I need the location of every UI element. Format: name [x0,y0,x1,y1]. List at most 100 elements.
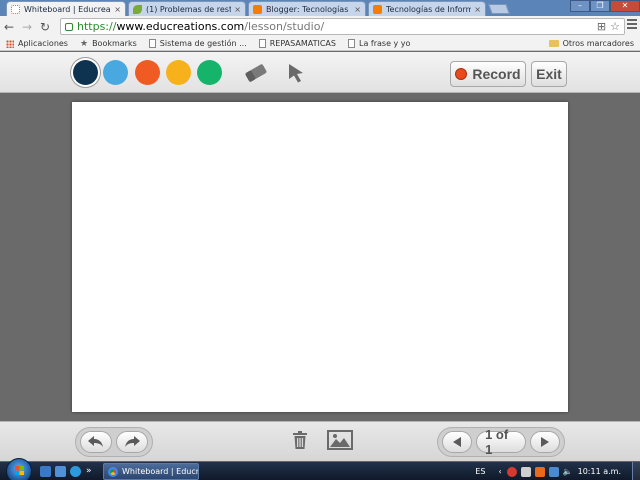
color-swatch-yellow[interactable] [166,60,191,85]
undo-arrow-icon [88,436,103,447]
address-bar[interactable]: https:// www.educreations.com /lesson/st… [60,18,625,35]
start-button[interactable] [6,458,32,480]
bookmark-star-icon[interactable]: ☆ [610,20,620,33]
record-dot-icon [455,68,468,80]
bookmark-label: Sistema de gestión ... [159,39,247,48]
other-bookmarks-label: Otros marcadores [562,39,634,48]
tab-tecnologias[interactable]: Tecnologías de Informació × [368,1,486,16]
exit-label: Exit [536,66,562,82]
record-button[interactable]: Record [450,61,526,87]
tab-label: (1) Problemas de restas de [146,4,231,14]
previous-page-button[interactable] [442,431,473,453]
tab-label: Tecnologías de Informació [386,4,471,14]
exit-button[interactable]: Exit [531,61,567,87]
folder-icon [548,40,559,47]
image-icon[interactable] [327,430,353,450]
system-tray: ES ‹ 🔈 10:11 a.m. [475,462,640,480]
show-desktop-quicklaunch-icon[interactable] [40,466,51,477]
color-swatch-green[interactable] [197,60,222,85]
next-page-button[interactable] [529,431,560,453]
chrome-icon [108,466,118,477]
triangle-right-icon [540,437,549,447]
tab-problemas[interactable]: (1) Problemas de restas de × [128,1,246,16]
internet-explorer-icon[interactable] [70,466,81,477]
new-tab-button[interactable] [488,4,510,14]
record-label: Record [472,66,521,82]
apps-icon [6,39,14,48]
page-indicator: 1 of 1 [476,427,526,457]
whiteboard-toolbar: Record Exit [0,52,640,93]
page-navigation-group: 1 of 1 [437,427,565,457]
restore-button[interactable]: ❐ [590,0,610,12]
browser-toolbar: ← → ↻ https:// www.educreations.com /les… [0,16,640,37]
close-window-button[interactable]: ✕ [610,0,640,12]
bookmark-label: Bookmarks [92,39,137,48]
quicklaunch-overflow-icon[interactable]: » [86,466,97,477]
bookmark-repasamaticas[interactable]: REPASAMATICAS [258,39,336,48]
chrome-menu-icon[interactable] [627,19,637,31]
tab-close-icon[interactable]: × [234,5,241,14]
whiteboard-canvas[interactable] [72,102,568,412]
switch-windows-icon[interactable] [55,466,66,477]
tab-whiteboard[interactable]: Whiteboard | Educreations × [6,1,126,16]
trash-icon[interactable] [292,430,308,450]
windows-taskbar: » Whiteboard | Educre... ES ‹ 🔈 10:11 a.… [0,458,640,480]
bookmark-label: La frase y yo [358,39,411,48]
color-swatch-light-blue[interactable] [103,60,128,85]
bookmark-label: REPASAMATICAS [269,39,336,48]
clock[interactable]: 10:11 a.m. [578,467,621,476]
reload-icon[interactable]: ↻ [36,20,54,34]
bookmark-aplicaciones[interactable]: Aplicaciones [6,39,68,48]
redo-button[interactable] [116,431,148,453]
volume-icon[interactable]: 🔈 [563,467,573,476]
window-controls: – ❐ ✕ [570,0,640,12]
url-scheme: https:// [77,20,117,33]
language-indicator[interactable]: ES [475,467,485,476]
undo-button[interactable] [80,431,112,453]
other-bookmarks[interactable]: Otros marcadores [548,39,634,48]
redo-arrow-icon [125,436,140,447]
educreations-favicon-icon [11,4,20,14]
minimize-button[interactable]: – [570,0,590,12]
tab-close-icon[interactable]: × [114,5,121,14]
bookmark-sistema[interactable]: Sistema de gestión ... [148,39,247,48]
taskbar-window-label: Whiteboard | Educre... [122,467,199,476]
device-tray-icon[interactable] [520,466,531,477]
back-arrow-icon[interactable]: ← [0,20,18,34]
tab-blogger[interactable]: Blogger: Tecnologías de l × [248,1,366,16]
canvas-stage [0,93,640,421]
tray-expand-icon[interactable]: ‹ [498,467,501,476]
page-icon [347,39,355,48]
bookmarks-bar: Aplicaciones ★ Bookmarks Sistema de gest… [0,37,640,51]
whiteboard-footer: 1 of 1 [0,421,640,461]
taskbar-chrome-window[interactable]: Whiteboard | Educre... [103,463,199,480]
eraser-icon[interactable] [243,61,269,85]
bookmark-la-frase[interactable]: La frase y yo [347,39,411,48]
tab-close-icon[interactable]: × [354,5,361,14]
browser-tab-strip: Whiteboard | Educreations × (1) Problema… [0,0,640,16]
tab-label: Blogger: Tecnologías de l [266,4,351,14]
blogger-favicon-icon [253,4,262,14]
pointer-arrow-icon[interactable] [283,61,309,85]
tab-close-icon[interactable]: × [474,5,481,14]
security-alert-icon[interactable] [506,466,517,477]
page-icon [258,39,266,48]
undo-redo-group [75,427,153,457]
star-icon: ★ [79,38,89,49]
forward-arrow-icon[interactable]: → [18,20,36,34]
bookmark-bookmarks[interactable]: ★ Bookmarks [80,39,137,49]
lock-icon [65,22,73,31]
triangle-left-icon [453,437,462,447]
tab-label: Whiteboard | Educreations [24,4,111,14]
network-icon[interactable] [548,466,559,477]
update-tray-icon[interactable] [534,466,545,477]
leaf-favicon-icon [133,4,142,14]
color-swatch-orange[interactable] [135,60,160,85]
translate-icon[interactable]: ⊞ [597,20,606,33]
omnibox-actions: ⊞ ☆ [597,20,620,33]
url-host: www.educreations.com [116,20,245,33]
color-swatch-navy[interactable] [73,60,98,85]
show-desktop-button[interactable] [632,462,640,480]
url-path: /lesson/studio/ [244,20,325,33]
page-icon [148,39,156,48]
